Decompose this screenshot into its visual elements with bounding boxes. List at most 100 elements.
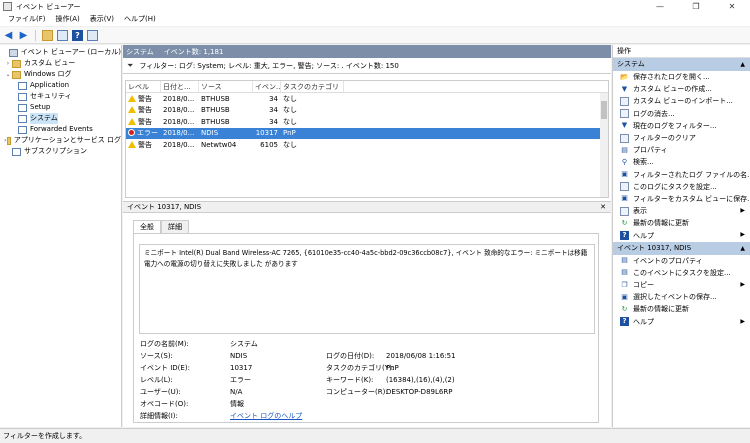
scrollbar-thumb[interactable] (601, 101, 607, 119)
tree-item-system[interactable]: システム (0, 113, 121, 124)
submenu-arrow-icon: ▶ (740, 231, 745, 239)
close-detail-icon[interactable]: ✕ (600, 202, 606, 213)
action-properties[interactable]: ▤ プロパティ (613, 144, 750, 156)
cell-text: 34 (269, 94, 278, 103)
action-refresh[interactable]: ↻ 最新の情報に更新 (613, 217, 750, 229)
table-row[interactable]: 警告 2018/0... BTHUSB 34 なし (126, 105, 608, 117)
event-detail-title: イベント 10317, NDIS (127, 203, 202, 211)
back-arrow-icon[interactable]: ◀ (3, 30, 14, 41)
action-event-task[interactable]: ▤ このイベントにタスクを設定... (613, 267, 750, 279)
action-label: 検索... (633, 158, 654, 167)
label-opcode: オペコード(O): (140, 400, 189, 408)
action-folder-open[interactable]: 📂 保存されたログを開く... (613, 71, 750, 83)
tree-item-subscriptions[interactable]: サブスクリプション (0, 146, 121, 157)
event-viewer-app-icon (3, 2, 12, 11)
label-source: ソース(S): (140, 352, 173, 360)
folder-up-icon[interactable] (42, 29, 53, 41)
collapse-caret-icon[interactable]: ▲ (740, 242, 745, 255)
cell-id: 6105 (253, 139, 281, 151)
action-label: フィルターのクリア (633, 134, 696, 143)
forward-arrow-icon[interactable]: ▶ (18, 30, 29, 41)
collapse-chevron-icon[interactable]: ⌄ (4, 69, 12, 80)
save-filter-icon: ▣ (621, 194, 628, 203)
tree-item-custom-views[interactable]: › カスタム ビュー (0, 58, 121, 69)
save-icon: ▣ (621, 170, 628, 179)
action-save[interactable]: ▣ フィルターされたログ ファイルの名... (613, 169, 750, 181)
event-log-help-link[interactable]: イベント ログのヘルプ (230, 411, 302, 421)
action-import[interactable]: カスタム ビューのインポート... (613, 95, 750, 107)
action-clear-log[interactable]: ログの消去... (613, 108, 750, 120)
show-action-pane-icon[interactable] (87, 29, 98, 41)
column-source[interactable]: ソース (199, 81, 253, 92)
menu-file[interactable]: ファイル(F) (3, 13, 51, 26)
menu-action[interactable]: 操作(A) (51, 13, 85, 26)
actions-section-system[interactable]: システム ▲ (613, 58, 750, 71)
close-button[interactable]: ✕ (714, 0, 750, 13)
tree-item-setup[interactable]: Setup (0, 102, 121, 113)
tab-general[interactable]: 全般 (133, 220, 161, 233)
table-row[interactable]: 警告 2018/0... BTHUSB 34 なし (126, 93, 608, 105)
action-event-properties[interactable]: ▤ イベントのプロパティ (613, 255, 750, 267)
log-name: システム (126, 47, 154, 56)
error-icon (128, 129, 135, 137)
table-row[interactable]: 警告 2018/0... Netwtw04 6105 なし (126, 139, 608, 151)
action-filter-add[interactable]: ▼ カスタム ビューの作成... (613, 83, 750, 95)
menu-help[interactable]: ヘルプ(H) (119, 13, 161, 26)
log-header: システム イベント数: 1,181 (123, 45, 611, 58)
action-find[interactable]: ⚲ 検索... (613, 156, 750, 168)
column-task-category[interactable]: タスクのカテゴリ (281, 81, 344, 92)
tree-item-application[interactable]: Application (0, 80, 121, 91)
column-date[interactable]: 日付と... (161, 81, 199, 92)
tree-item-security[interactable]: セキュリティ (0, 91, 121, 102)
action-filter-clear[interactable]: フィルターのクリア (613, 132, 750, 144)
action-help[interactable]: ? ヘルプ ▶ (613, 316, 750, 328)
tree-item-windows-logs[interactable]: ⌄ Windows ログ (0, 69, 121, 80)
cell-text: PnP (283, 129, 296, 138)
menu-view[interactable]: 表示(V) (85, 13, 119, 26)
action-refresh[interactable]: ↻ 最新の情報に更新 (613, 303, 750, 315)
event-message[interactable]: ミニポート Intel(R) Dual Band Wireless-AC 726… (139, 244, 595, 334)
tree-item-apps-services[interactable]: › アプリケーションとサービス ログ (0, 135, 121, 146)
action-task[interactable]: このログにタスクを設定... (613, 181, 750, 193)
event-detail-header: イベント 10317, NDIS ✕ (123, 201, 611, 213)
grid-scrollbar[interactable] (600, 93, 608, 197)
label-computer: コンピューター(R): (326, 388, 388, 396)
save-events-icon: ▣ (621, 292, 628, 301)
action-filter[interactable]: ▼ 現在のログをフィルター... (613, 120, 750, 132)
minimize-button[interactable]: — (642, 0, 678, 13)
expand-chevron-icon[interactable]: › (4, 58, 12, 69)
action-view[interactable]: 表示 ▶ (613, 205, 750, 217)
actions-section-event[interactable]: イベント 10317, NDIS ▲ (613, 241, 750, 255)
label-logged: ログの日付(D): (326, 352, 375, 360)
value-event-id: 10317 (230, 364, 253, 372)
table-row[interactable]: エラー 2018/0... NDIS 10317 PnP (126, 127, 608, 139)
cell-category: なし (281, 93, 344, 105)
action-label: 現在のログをフィルター... (633, 121, 717, 130)
cell-source: BTHUSB (199, 93, 253, 105)
maximize-button[interactable]: ❐ (678, 0, 714, 13)
tab-details[interactable]: 詳細 (161, 220, 189, 233)
submenu-arrow-icon: ▶ (740, 207, 745, 215)
show-hide-tree-icon[interactable] (57, 29, 68, 41)
action-help[interactable]: ? ヘルプ ▶ (613, 229, 750, 241)
event-task-icon: ▤ (621, 268, 628, 277)
cell-text: 34 (269, 117, 278, 126)
label-log-name: ログの名前(M): (140, 340, 189, 348)
cell-category: なし (281, 139, 344, 151)
cell-source: BTHUSB (199, 104, 253, 116)
tree-item-forwarded-events[interactable]: Forwarded Events (0, 124, 121, 135)
tree-item-root[interactable]: イベント ビューアー (ローカル) (0, 47, 121, 58)
action-copy[interactable]: ❐ コピー ▶ (613, 279, 750, 291)
column-level[interactable]: レベル (126, 81, 161, 92)
table-row[interactable]: 警告 2018/0... BTHUSB 34 なし (126, 116, 608, 128)
collapse-caret-icon[interactable]: ▲ (740, 58, 745, 71)
label-level: レベル(L): (140, 376, 173, 384)
action-save-filter[interactable]: ▣ フィルターをカスタム ビューに保存... (613, 193, 750, 205)
folder-icon (12, 70, 21, 79)
action-save-events[interactable]: ▣ 選択したイベントの保存... (613, 291, 750, 303)
cell-source: Netwtw04 (199, 139, 253, 151)
cell-text: BTHUSB (201, 106, 230, 115)
column-event-id[interactable]: イベン... (253, 81, 281, 92)
status-bar: フィルターを作成します。 (0, 428, 750, 443)
help-icon[interactable]: ? (72, 29, 83, 41)
